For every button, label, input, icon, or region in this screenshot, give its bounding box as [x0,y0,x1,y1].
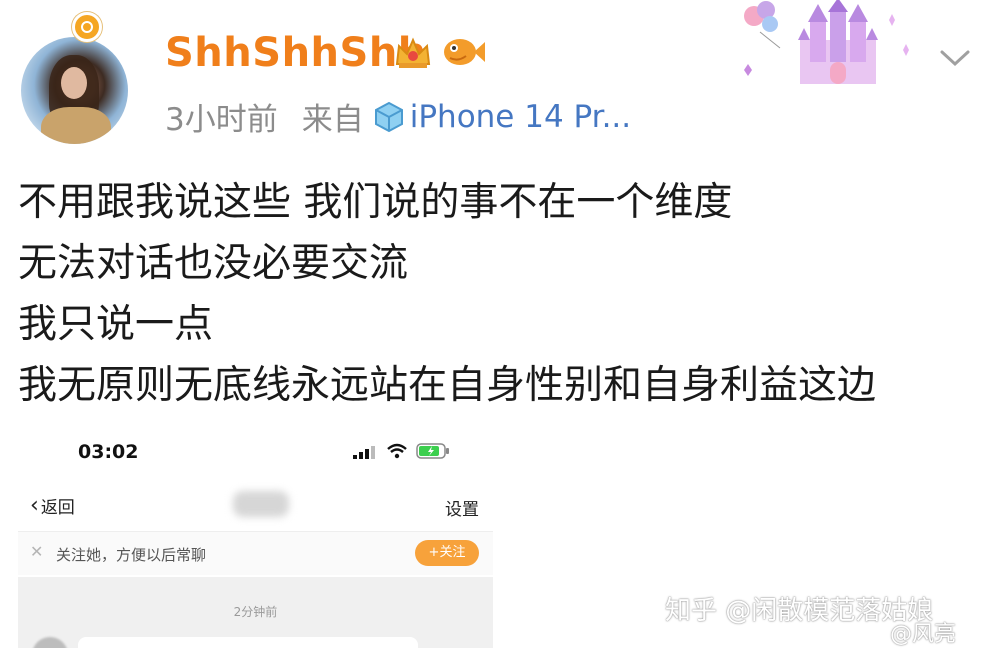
chat-area: 2分钟前 [18,577,493,648]
chat-nav-bar: ‹ 返回 设置 [18,487,493,525]
post-time: 3小时前 [165,102,278,138]
wifi-icon [387,443,407,459]
post-text: 不用跟我说这些 我们说的事不在一个维度 无法对话也没必要交流 我只说一点 我无原… [18,172,876,416]
post-meta: 3小时前 来自 iPhone 14 Pr... [165,94,631,139]
post-line: 我只说一点 [18,302,214,347]
follow-button[interactable]: +关注 [415,540,479,566]
castle-icon [744,0,909,84]
user-avatar[interactable] [21,37,128,144]
chat-title-blurred [233,491,289,517]
post-source-label: 来自 [301,102,364,138]
chevron-down-icon[interactable] [938,46,972,70]
embedded-screenshot[interactable]: 03:02 ‹ 返回 设置 ✕ 关注她，方便以后常聊 +关注 2分钟前 [18,421,493,648]
follow-tip: 关注她，方便以后常聊 [56,546,207,564]
back-button[interactable]: ‹ 返回 [30,493,75,518]
cube-icon [374,101,403,132]
avatar-face [61,67,87,99]
chat-bubble [78,637,418,648]
avatar-coat [41,107,111,144]
chat-avatar[interactable] [32,637,68,648]
battery-icon [416,443,449,459]
status-time: 03:02 [78,441,139,463]
chat-timestamp: 2分钟前 [233,605,278,619]
crown-icon [395,37,431,68]
post-line: 不用跟我说这些 我们说的事不在一个维度 [18,180,733,225]
settings-button[interactable]: 设置 [445,495,479,520]
status-bar: 03:02 [18,421,493,481]
fish-icon [444,39,485,65]
post-device-link[interactable]: iPhone 14 Pr... [410,99,631,135]
follow-prompt-bar: ✕ 关注她，方便以后常聊 +关注 [18,531,493,575]
signal-icon [353,446,375,459]
username[interactable]: ShhShhShh [165,30,427,76]
vip-badge-icon [72,12,102,42]
back-label: 返回 [40,498,75,518]
watermark-weibo: @风亮 [890,622,957,647]
post-line: 无法对话也没必要交流 [18,241,409,286]
post-line: 我无原则无底线永远站在自身性别和自身利益这边 [18,363,877,408]
chevron-left-icon: ‹ [30,492,39,518]
close-icon[interactable]: ✕ [30,542,43,561]
